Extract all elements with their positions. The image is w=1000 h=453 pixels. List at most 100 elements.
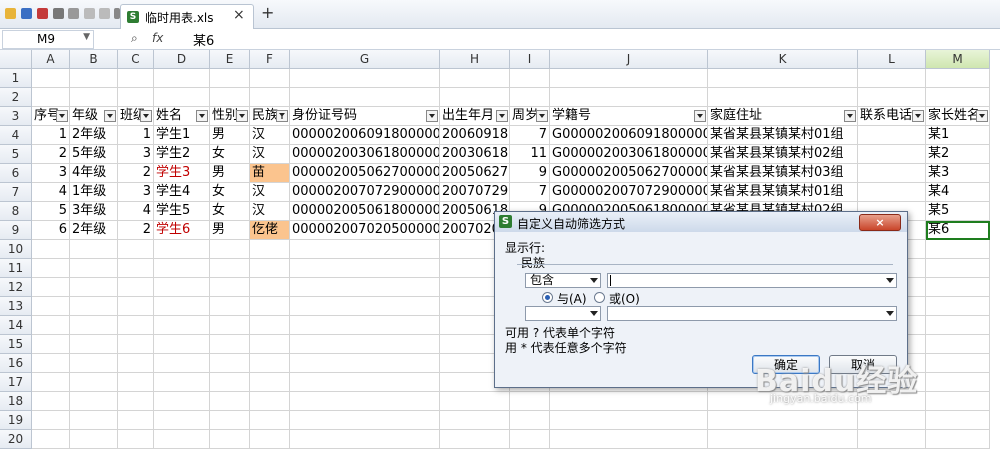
table-cell[interactable]: 女 <box>210 183 250 202</box>
cell[interactable] <box>32 411 70 430</box>
filter-dropdown-icon[interactable] <box>912 110 924 122</box>
cell[interactable] <box>70 88 118 107</box>
cell[interactable] <box>250 278 290 297</box>
table-cell[interactable]: 2年级 <box>70 221 118 240</box>
column-title-cell[interactable]: 年级 <box>70 107 118 126</box>
cell[interactable] <box>32 259 70 278</box>
cell[interactable] <box>210 297 250 316</box>
filter-dropdown-icon[interactable] <box>196 110 208 122</box>
filter-dropdown-icon[interactable] <box>236 110 248 122</box>
cell[interactable] <box>926 240 990 259</box>
column-title-cell[interactable]: 家长姓名 <box>926 107 990 126</box>
table-cell[interactable]: 7 <box>510 183 550 202</box>
column-title-cell[interactable]: 序号 <box>32 107 70 126</box>
row-header[interactable]: 11 <box>0 259 32 278</box>
column-header-G[interactable]: G <box>290 50 440 69</box>
cell[interactable] <box>118 430 154 449</box>
column-header-C[interactable]: C <box>118 50 154 69</box>
table-cell[interactable]: 女 <box>210 202 250 221</box>
cell[interactable] <box>118 297 154 316</box>
cell[interactable] <box>154 411 210 430</box>
cell[interactable] <box>118 69 154 88</box>
cell[interactable] <box>70 297 118 316</box>
cell[interactable] <box>118 259 154 278</box>
and-radio[interactable] <box>542 292 553 303</box>
table-cell[interactable]: 某省某县某镇某村03组 <box>708 164 858 183</box>
cell[interactable] <box>32 335 70 354</box>
table-cell[interactable]: 学生5 <box>154 202 210 221</box>
cell[interactable] <box>70 259 118 278</box>
table-cell[interactable]: G000002006091800000 <box>550 126 708 145</box>
filter-dropdown-icon[interactable] <box>976 110 988 122</box>
table-cell[interactable]: 汉 <box>250 145 290 164</box>
cell[interactable] <box>32 278 70 297</box>
cell[interactable] <box>290 335 440 354</box>
cell[interactable] <box>708 88 858 107</box>
cell[interactable] <box>858 88 926 107</box>
cell[interactable] <box>210 259 250 278</box>
table-cell[interactable]: 4年级 <box>70 164 118 183</box>
filter-dropdown-icon[interactable] <box>694 110 706 122</box>
cell[interactable] <box>154 88 210 107</box>
cell[interactable] <box>210 316 250 335</box>
table-cell[interactable]: 1年级 <box>70 183 118 202</box>
cell[interactable] <box>154 259 210 278</box>
cell[interactable] <box>32 373 70 392</box>
save-icon[interactable] <box>21 8 32 19</box>
table-cell[interactable]: 某省某县某镇某村01组 <box>708 126 858 145</box>
row-header[interactable]: 9 <box>0 221 32 240</box>
cell[interactable] <box>32 240 70 259</box>
and-radio-label[interactable]: 与(A) <box>557 290 587 307</box>
cell[interactable] <box>210 354 250 373</box>
cell[interactable] <box>154 278 210 297</box>
cell[interactable] <box>210 278 250 297</box>
cell[interactable] <box>32 430 70 449</box>
table-cell[interactable]: 学生1 <box>154 126 210 145</box>
cell[interactable] <box>250 354 290 373</box>
cell[interactable] <box>210 373 250 392</box>
table-cell[interactable]: 2 <box>118 221 154 240</box>
cell[interactable] <box>70 430 118 449</box>
table-cell[interactable]: 学生3 <box>154 164 210 183</box>
cell[interactable] <box>290 278 440 297</box>
table-cell[interactable]: 仡佬 <box>250 221 290 240</box>
cell[interactable] <box>290 259 440 278</box>
cell[interactable] <box>510 69 550 88</box>
cell[interactable] <box>926 69 990 88</box>
dialog-close-button[interactable]: × <box>859 214 901 231</box>
open-folder-icon[interactable] <box>5 8 16 19</box>
filter-dropdown-icon[interactable] <box>104 110 116 122</box>
cell[interactable] <box>154 392 210 411</box>
dialog-titlebar[interactable]: S 自定义自动筛选方式 × <box>495 212 907 232</box>
column-header-A[interactable]: A <box>32 50 70 69</box>
table-cell[interactable]: 4 <box>118 202 154 221</box>
cell[interactable] <box>290 69 440 88</box>
column-header-B[interactable]: B <box>70 50 118 69</box>
cell[interactable] <box>440 411 510 430</box>
cell[interactable] <box>250 392 290 411</box>
cell[interactable] <box>70 354 118 373</box>
table-cell[interactable]: 汉 <box>250 183 290 202</box>
column-header-K[interactable]: K <box>708 50 858 69</box>
cell[interactable] <box>510 392 550 411</box>
function-icon[interactable]: fx <box>152 31 163 45</box>
table-cell[interactable]: 某省某县某镇某村02组 <box>708 145 858 164</box>
row-header[interactable]: 17 <box>0 373 32 392</box>
table-cell[interactable]: 1 <box>32 126 70 145</box>
column-header-D[interactable]: D <box>154 50 210 69</box>
row-header[interactable]: 8 <box>0 202 32 221</box>
cell[interactable] <box>70 69 118 88</box>
undo-icon[interactable] <box>84 8 95 19</box>
table-cell[interactable]: 某4 <box>926 183 990 202</box>
cell[interactable] <box>926 335 990 354</box>
cell[interactable] <box>118 392 154 411</box>
cell[interactable] <box>926 278 990 297</box>
cell[interactable] <box>210 69 250 88</box>
row-header[interactable]: 5 <box>0 145 32 164</box>
table-cell[interactable]: 20070729 <box>440 183 510 202</box>
cell[interactable] <box>210 430 250 449</box>
cell[interactable] <box>70 278 118 297</box>
column-header-E[interactable]: E <box>210 50 250 69</box>
cell[interactable] <box>510 430 550 449</box>
table-cell[interactable]: G000002007072900000 <box>550 183 708 202</box>
